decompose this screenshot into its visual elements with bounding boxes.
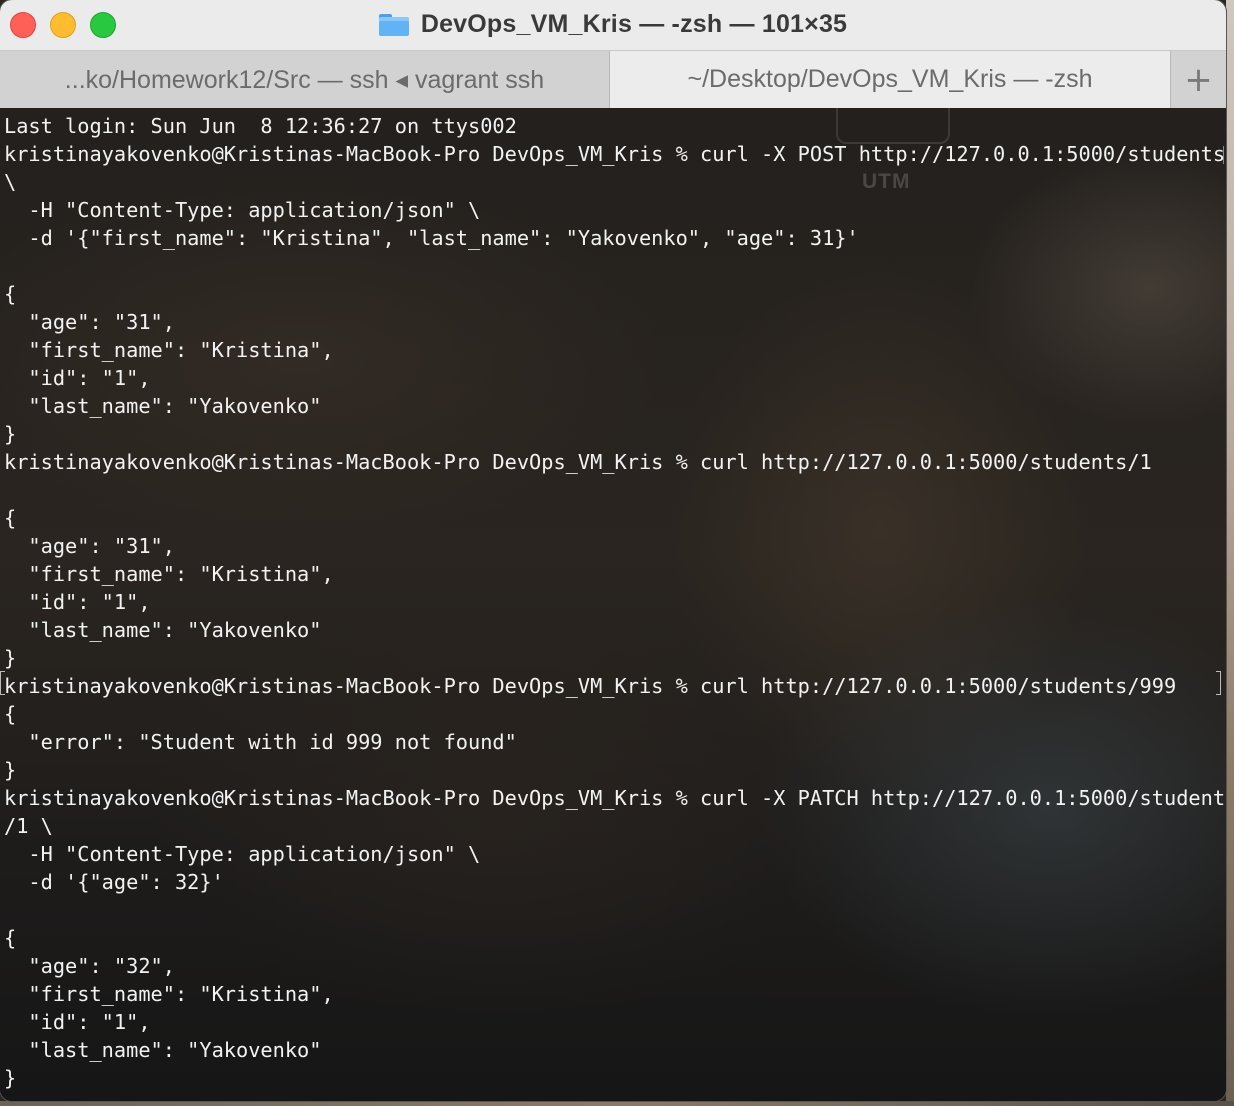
terminal-line: } bbox=[4, 1066, 17, 1090]
terminal-line: "first_name": "Kristina", bbox=[4, 562, 334, 586]
terminal-line: "age": "31", bbox=[4, 534, 175, 558]
desktop-background-bottom bbox=[0, 1101, 1234, 1106]
terminal-line: -H "Content-Type: application/json" \ bbox=[4, 198, 481, 222]
desktop-background-edge bbox=[1226, 0, 1234, 1106]
terminal-text: Last login: Sun Jun 8 12:36:27 on ttys00… bbox=[4, 112, 1226, 1092]
terminal-line: "last_name": "Yakovenko" bbox=[4, 394, 322, 418]
terminal-line: { bbox=[4, 506, 17, 530]
terminal-line: { bbox=[4, 926, 17, 950]
terminal-line: } bbox=[4, 758, 17, 782]
window-title: DevOps_VM_Kris — -zsh — 101×35 bbox=[420, 9, 848, 38]
terminal-line: "last_name": "Yakovenko" bbox=[4, 618, 322, 642]
terminal-window: DevOps_VM_Kris — -zsh — 101×35 ...ko/Hom… bbox=[0, 0, 1226, 1101]
plus-icon: + bbox=[1184, 59, 1213, 100]
terminal-line: kristinayakovenko@Kristinas-MacBook-Pro … bbox=[4, 450, 1152, 474]
new-tab-button[interactable]: + bbox=[1170, 51, 1226, 108]
terminal-line: Last login: Sun Jun 8 12:36:27 on ttys00… bbox=[4, 114, 517, 138]
terminal-line: "age": "31", bbox=[4, 310, 175, 334]
terminal-line: kristinayakovenko@Kristinas-MacBook-Pro … bbox=[4, 674, 1177, 698]
tab-label: ...ko/Homework12/Src — ssh ◂ vagrant ssh bbox=[64, 65, 545, 94]
folder-icon bbox=[378, 12, 409, 36]
terminal-line: } bbox=[4, 422, 17, 446]
terminal-line: kristinayakovenko@Kristinas-MacBook-Pro … bbox=[4, 142, 1226, 166]
terminal-line: { bbox=[4, 702, 17, 726]
terminal-line: } bbox=[4, 646, 17, 670]
window-title-area: DevOps_VM_Kris — -zsh — 101×35 bbox=[0, 0, 1226, 48]
terminal-line: "error": "Student with id 999 not found" bbox=[4, 730, 517, 754]
terminal-line: kristinayakovenko@Kristinas-MacBook-Pro … bbox=[4, 786, 1226, 810]
tab-vagrant-ssh[interactable]: ...ko/Homework12/Src — ssh ◂ vagrant ssh bbox=[0, 51, 610, 108]
tab-bar: ...ko/Homework12/Src — ssh ◂ vagrant ssh… bbox=[0, 50, 1226, 109]
terminal-line: /1 \ bbox=[4, 814, 53, 838]
terminal-line: -d '{"age": 32}' bbox=[4, 870, 224, 894]
terminal-line: "first_name": "Kristina", bbox=[4, 982, 334, 1006]
terminal-line: "id": "1", bbox=[4, 590, 151, 614]
terminal-line: -d '{"first_name": "Kristina", "last_nam… bbox=[4, 226, 859, 250]
terminal-output[interactable]: UTM Last login: Sun Jun 8 12:36:27 on tt… bbox=[0, 108, 1226, 1101]
tab-zsh-active[interactable]: ~/Desktop/DevOps_VM_Kris — -zsh bbox=[610, 51, 1170, 108]
terminal-line: "age": "32", bbox=[4, 954, 175, 978]
terminal-line: -H "Content-Type: application/json" \ bbox=[4, 842, 481, 866]
title-bar[interactable]: DevOps_VM_Kris — -zsh — 101×35 bbox=[0, 0, 1226, 50]
terminal-line: { bbox=[4, 282, 17, 306]
terminal-line: \ bbox=[4, 170, 17, 194]
terminal-line: "first_name": "Kristina", bbox=[4, 338, 334, 362]
terminal-line: "id": "1", bbox=[4, 366, 151, 390]
terminal-line: "id": "1", bbox=[4, 1010, 151, 1034]
terminal-line: "last_name": "Yakovenko" bbox=[4, 1038, 322, 1062]
tab-label: ~/Desktop/DevOps_VM_Kris — -zsh bbox=[687, 65, 1093, 93]
